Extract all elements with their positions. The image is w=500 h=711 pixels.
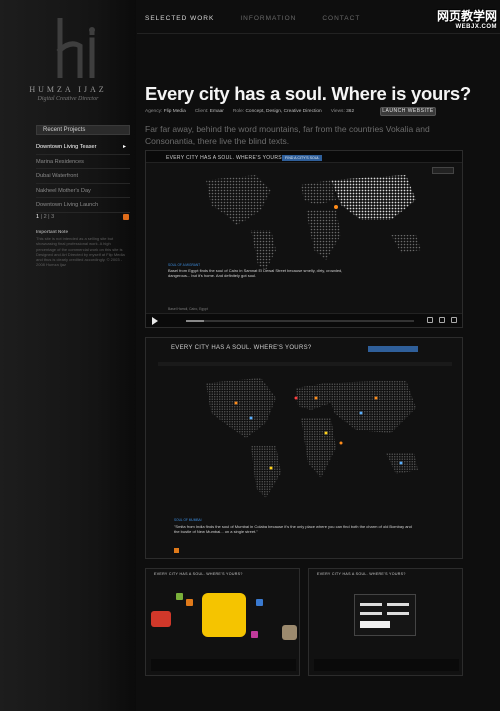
- screenshot-map-view: EVERY CITY HAS A SOUL. WHERE'S YOURS? SO…: [145, 337, 463, 559]
- world-map-dotted: [206, 175, 421, 270]
- screenshot-bubbles-view: EVERY CITY HAS A SOUL. WHERE'S YOURS?: [145, 568, 300, 676]
- shot2-nav-button[interactable]: [368, 346, 418, 352]
- shot2-title: EVERY CITY HAS A SOUL. WHERE'S YOURS?: [171, 345, 312, 351]
- project-label: Nakheel Mother's Day: [36, 187, 91, 194]
- shot3-small-tile[interactable]: [256, 599, 263, 606]
- shot4-field[interactable]: [387, 612, 409, 615]
- meta-role: Role: Concept, Design, Creative Directio…: [232, 109, 322, 114]
- page-2-link[interactable]: 2: [44, 214, 47, 220]
- project-label: Downtown Living Launch: [36, 202, 99, 208]
- player-controls: [427, 317, 457, 323]
- project-item-downtown-living-teaser[interactable]: Downtown Living Teaser ▸: [36, 140, 130, 155]
- project-label: Dubai Waterfront: [36, 173, 79, 179]
- play-icon[interactable]: [152, 317, 158, 325]
- share-icon[interactable]: [427, 317, 433, 323]
- shot3-small-tile[interactable]: [186, 599, 193, 606]
- project-meta: Agency: Flip Media Client: Emaar Role: C…: [145, 109, 354, 114]
- shot4-field[interactable]: [360, 612, 382, 615]
- page-1-link[interactable]: 1: [36, 214, 39, 220]
- launch-website-button[interactable]: LAUNCH WEBSITE: [380, 107, 436, 116]
- sidebar: HUMZA IJAZ Digital Creative Director Rec…: [0, 0, 136, 711]
- shot3-tan-tile[interactable]: [282, 625, 297, 640]
- meta-client: Client: Emaar: [194, 109, 224, 114]
- page-3-link[interactable]: 3: [51, 214, 54, 220]
- world-map-large: [206, 378, 418, 498]
- shot2-caption: "Smita from India finds the soul of Mumb…: [174, 524, 412, 535]
- seek-progress: [186, 320, 205, 322]
- shot3-caption-bar: [151, 659, 296, 671]
- pagination: 1 | 2 | 3: [36, 214, 55, 220]
- project-headline: Every city has a soul. Where is yours?: [145, 83, 471, 104]
- shot4-field[interactable]: [360, 603, 382, 606]
- project-item-dubai-waterfront[interactable]: Dubai Waterfront: [36, 169, 130, 184]
- shot1-title: EVERY CITY HAS A SOUL. WHERE'S YOURS?: [166, 155, 285, 161]
- shot1-author: Basel Hamdi, Cairo, Egypt: [168, 307, 208, 311]
- shot4-caption-bar: [314, 659, 459, 671]
- shot4-title: EVERY CITY HAS A SOUL. WHERE'S YOURS?: [317, 572, 406, 576]
- watermark-line2: WEBJX.COM: [455, 24, 497, 30]
- nav-contact[interactable]: CONTACT: [322, 15, 360, 22]
- recent-projects-label: Recent Projects: [43, 127, 86, 133]
- note-title: Important Note: [36, 229, 68, 234]
- shot3-yellow-bubble[interactable]: [202, 593, 246, 637]
- nav-information[interactable]: INFORMATION: [240, 15, 296, 22]
- shot1-caption-tag: SOUL OF A MIGRANT: [168, 263, 201, 267]
- brand-name: HUMZA IJAZ: [29, 85, 107, 94]
- project-label: Downtown Living Teaser: [36, 144, 97, 150]
- shot2-toolbar: [158, 362, 452, 366]
- project-list: Downtown Living Teaser ▸ Marina Residenc…: [36, 140, 130, 213]
- site-watermark: 网页教学网 WEBJX.COM: [417, 7, 497, 30]
- seek-bar[interactable]: [186, 320, 414, 322]
- note-body: This site is not intended as a selling s…: [36, 236, 125, 268]
- shot1-caption: Basel from Egypt finds the soul of Cairo…: [168, 268, 343, 279]
- shot4-text-area[interactable]: [360, 621, 390, 628]
- project-item-downtown-living-launch[interactable]: Downtown Living Launch: [36, 198, 130, 213]
- nav-selected-work[interactable]: SELECTED WORK: [145, 15, 214, 22]
- settings-icon[interactable]: [439, 317, 445, 323]
- logo-hi-mark[interactable]: [54, 17, 108, 79]
- shot3-title: EVERY CITY HAS A SOUL. WHERE'S YOURS?: [154, 572, 243, 576]
- shot4-field[interactable]: [387, 603, 409, 606]
- project-label: Marina Residences: [36, 158, 84, 165]
- fullscreen-icon[interactable]: [451, 317, 457, 323]
- screenshot-video-player: EVERY CITY HAS A SOUL. WHERE'S YOURS? FI…: [145, 150, 463, 328]
- meta-views: Views: 362: [330, 109, 355, 114]
- shot2-caption-tag: SOUL OF MUMBAI: [174, 518, 202, 522]
- shot1-tab-button[interactable]: [432, 167, 454, 174]
- brand-tagline: Digital Creative Director: [37, 96, 99, 102]
- rss-icon[interactable]: [123, 214, 129, 220]
- shot3-small-tile[interactable]: [251, 631, 258, 638]
- shot3-red-tile[interactable]: [151, 611, 171, 627]
- arrow-right-icon: ▸: [122, 144, 126, 150]
- nav-divider: [137, 33, 500, 34]
- recent-projects-dropdown[interactable]: Recent Projects: [36, 125, 130, 135]
- shot2-flag-icon: [174, 548, 179, 553]
- screenshot-dialog-view: EVERY CITY HAS A SOUL. WHERE'S YOURS?: [308, 568, 463, 676]
- project-intro: Far far away, behind the word mountains,…: [145, 124, 430, 146]
- project-item-nakheel-mothers-day[interactable]: Nakheel Mother's Day: [36, 184, 130, 198]
- project-item-marina-residences[interactable]: Marina Residences: [36, 155, 130, 169]
- meta-agency: Agency: Flip Media: [145, 109, 186, 114]
- shot4-dialog: [354, 594, 416, 636]
- video-controls: [146, 313, 462, 327]
- shot3-small-tile[interactable]: [176, 593, 183, 600]
- watermark-line1: 网页教学网: [436, 9, 497, 23]
- main-nav: SELECTED WORK INFORMATION CONTACT: [145, 15, 360, 22]
- shot1-badge: FIND A CITY'S SOUL: [282, 155, 323, 161]
